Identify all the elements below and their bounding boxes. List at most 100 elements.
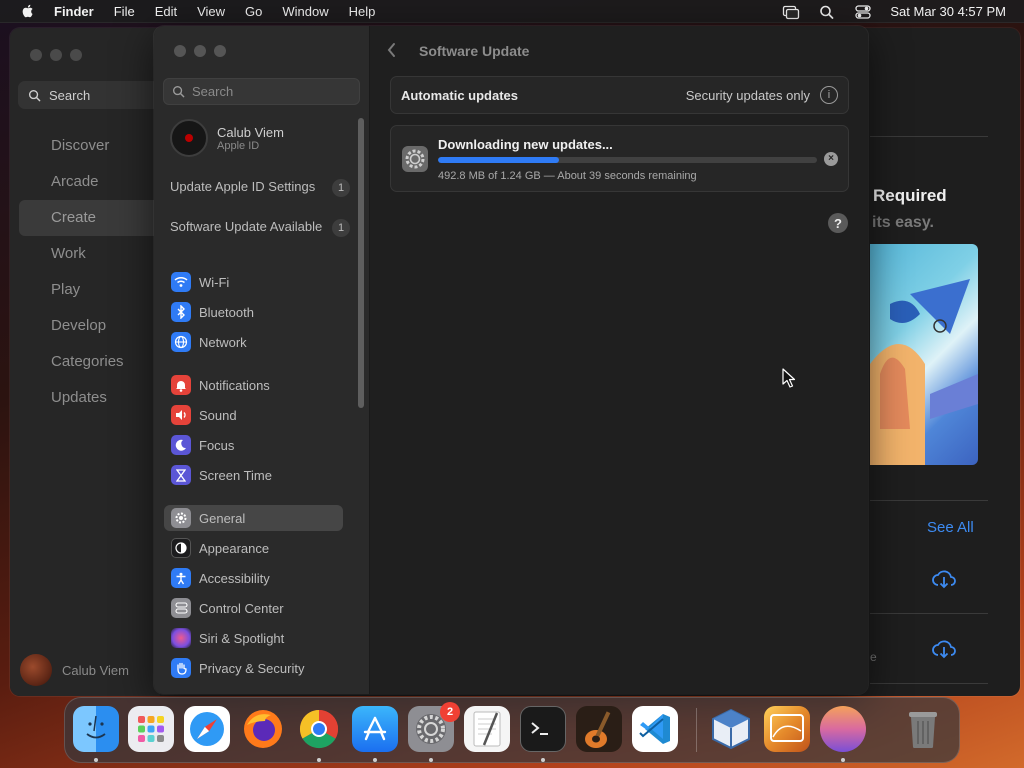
nav-updates[interactable]: Updates — [10, 380, 160, 416]
textedit-icon[interactable] — [464, 706, 510, 752]
sidebar-item-general[interactable]: General — [164, 505, 343, 531]
sidebar-item-accessibility[interactable]: Accessibility — [166, 565, 356, 591]
sidebar-item-label: General — [199, 510, 246, 526]
sidebar-item-sound[interactable]: Sound — [166, 402, 356, 428]
macos-installer-icon[interactable] — [764, 706, 810, 752]
search-icon — [28, 89, 41, 101]
running-indicator — [94, 758, 98, 762]
menu-clock[interactable]: Sat Mar 30 4:57 PM — [890, 4, 1006, 19]
nav-categories[interactable]: Categories — [10, 344, 160, 380]
settings-search-input[interactable]: Search — [163, 78, 360, 105]
notice-software-update[interactable]: Software Update Available 1 — [170, 219, 350, 237]
menu-app-name[interactable]: Finder — [54, 4, 94, 19]
zoom-button[interactable] — [70, 49, 82, 61]
nav-arcade[interactable]: Arcade — [10, 164, 160, 200]
gear-icon — [171, 508, 191, 528]
see-all-link[interactable]: See All — [927, 519, 974, 536]
download-status: 492.8 MB of 1.24 GB — About 39 seconds r… — [438, 170, 697, 182]
nav-develop[interactable]: Develop — [10, 308, 160, 344]
menu-file[interactable]: File — [114, 4, 135, 19]
search-icon — [172, 85, 185, 98]
notice-text: Software Update Available — [170, 219, 323, 234]
divider — [870, 683, 988, 684]
settings-sidebar: Search Calub Viem Apple ID Update Apple … — [154, 26, 370, 694]
sidebar-item-wifi[interactable]: Wi-Fi — [166, 269, 356, 295]
sidebar-item-network[interactable]: Network — [166, 329, 356, 355]
control-center-icon[interactable] — [854, 4, 872, 20]
close-button[interactable] — [174, 45, 186, 57]
app-store-profile[interactable]: Calub Viem — [20, 654, 129, 686]
menu-help[interactable]: Help — [349, 4, 376, 19]
apple-icon[interactable] — [20, 3, 36, 19]
terminal-icon[interactable] — [520, 706, 566, 752]
dock-separator — [696, 708, 697, 752]
sidebar-scrollbar[interactable] — [358, 118, 364, 408]
sidebar-item-label: Wi-Fi — [199, 274, 230, 290]
app-store-icon[interactable] — [352, 706, 398, 752]
menu-window[interactable]: Window — [282, 4, 328, 19]
bell-icon — [171, 375, 191, 395]
menu-edit[interactable]: Edit — [155, 4, 177, 19]
safari-icon[interactable] — [184, 706, 230, 752]
nav-discover[interactable]: Discover — [10, 128, 160, 164]
sidebar-item-label: Notifications — [199, 377, 270, 393]
running-indicator — [429, 758, 433, 762]
section-subheading: its easy. — [872, 214, 934, 231]
account-name: Calub Viem — [217, 124, 284, 140]
chrome-icon[interactable] — [296, 706, 342, 752]
macos-sequoia-wallpaper-icon[interactable] — [820, 706, 866, 752]
cloud-download-icon[interactable] — [931, 638, 957, 660]
control-center-icon — [171, 598, 191, 618]
info-icon[interactable]: i — [820, 86, 838, 104]
sidebar-item-bluetooth[interactable]: Bluetooth — [166, 299, 356, 325]
close-button[interactable] — [30, 49, 42, 61]
help-button[interactable]: ? — [828, 213, 848, 233]
sidebar-item-notifications[interactable]: Notifications — [166, 372, 356, 398]
dock: 2 — [64, 697, 960, 763]
vscode-icon[interactable] — [632, 706, 678, 752]
sidebar-item-label: Siri & Spotlight — [199, 630, 285, 646]
sidebar-item-control-center[interactable]: Control Center — [166, 595, 356, 621]
speaker-icon — [171, 405, 191, 425]
apple-id-account[interactable]: Calub Viem Apple ID — [170, 119, 284, 157]
notice-count-badge: 1 — [332, 179, 350, 197]
spotlight-search-icon[interactable] — [818, 4, 836, 20]
network-icon — [171, 332, 191, 352]
profile-name: Calub Viem — [62, 662, 129, 678]
nav-work[interactable]: Work — [10, 236, 160, 272]
sidebar-item-screen-time[interactable]: Screen Time — [166, 462, 356, 488]
sidebar-item-siri-spotlight[interactable]: Siri & Spotlight — [166, 625, 356, 651]
minimize-button[interactable] — [194, 45, 206, 57]
section-heading: Required — [873, 186, 947, 205]
cancel-download-button[interactable]: × — [824, 152, 838, 166]
firefox-icon[interactable] — [240, 706, 286, 752]
sidebar-item-privacy-security[interactable]: Privacy & Security — [166, 655, 356, 681]
nav-play[interactable]: Play — [10, 272, 160, 308]
window-controls — [174, 45, 226, 57]
download-progress-bar — [438, 157, 817, 163]
finder-icon[interactable] — [73, 706, 119, 752]
automatic-updates-label: Automatic updates — [401, 87, 519, 103]
sidebar-item-label: Privacy & Security — [199, 660, 305, 676]
sidebar-item-appearance[interactable]: Appearance — [166, 535, 356, 561]
screen-mirroring-icon[interactable] — [782, 4, 800, 20]
hero-artwork[interactable] — [870, 244, 978, 465]
cloud-download-icon[interactable] — [931, 568, 957, 590]
sidebar-item-label: Control Center — [199, 600, 284, 616]
back-button[interactable] — [386, 42, 406, 62]
zoom-button[interactable] — [214, 45, 226, 57]
minimize-button[interactable] — [50, 49, 62, 61]
notice-update-apple-id[interactable]: Update Apple ID Settings 1 — [170, 179, 350, 197]
garageband-icon[interactable] — [576, 706, 622, 752]
virtualbox-icon[interactable] — [708, 706, 754, 752]
menu-view[interactable]: View — [197, 4, 225, 19]
sidebar-item-focus[interactable]: Focus — [166, 432, 356, 458]
search-placeholder: Search — [192, 84, 234, 99]
app-store-search[interactable]: Search — [18, 81, 160, 109]
wifi-icon — [171, 272, 191, 292]
menu-go[interactable]: Go — [245, 4, 262, 19]
trash-icon[interactable] — [900, 706, 946, 752]
launchpad-icon[interactable] — [128, 706, 174, 752]
nav-create[interactable]: Create — [19, 200, 160, 236]
system-settings-icon[interactable]: 2 — [408, 702, 460, 752]
